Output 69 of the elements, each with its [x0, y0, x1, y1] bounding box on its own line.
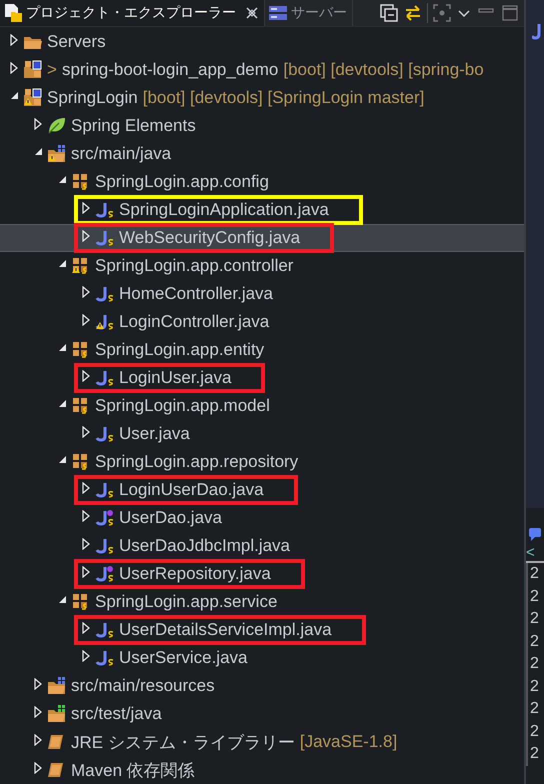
- tree-row[interactable]: UserDetailsServiceImpl.java: [0, 616, 524, 644]
- decoration-text: [JavaSE-1.8]: [300, 732, 398, 752]
- tree-item-label: UserDetailsServiceImpl.java: [119, 620, 332, 640]
- tree-row[interactable]: SpringLogin.app.service: [0, 588, 524, 616]
- tab[interactable]: プロジェクト・エクスプローラー: [0, 0, 265, 26]
- tree-item-label: spring-boot-login_app_demo: [62, 60, 278, 80]
- tree-item-label: SpringLogin.app.repository: [95, 452, 298, 472]
- tree-item-label: Spring Elements: [71, 116, 196, 136]
- tree-item-label: LoginUser.java: [119, 368, 232, 388]
- tree-row[interactable]: HomeController.java: [0, 280, 524, 308]
- tree-item-label: SpringLogin.app.entity: [95, 340, 264, 360]
- decoration-text: [boot] [devtools] [SpringLogin master]: [142, 88, 424, 108]
- log-line-text: 2: [526, 743, 544, 766]
- tab[interactable]: サーバー: [265, 0, 353, 26]
- tree-row[interactable]: SpringLogin.app.config: [0, 168, 524, 196]
- tree-item-label: SpringLogin.app.service: [95, 592, 278, 612]
- tree-row[interactable]: SpringLogin.app.entity: [0, 336, 524, 364]
- tree-item-label: src/main/java: [71, 144, 172, 164]
- panel-header-text: <: [526, 544, 544, 563]
- tree-row[interactable]: SpringLogin.app.controller: [0, 252, 524, 280]
- tree-item-label: User.java: [119, 424, 190, 444]
- tree-row[interactable]: src/test/java: [0, 700, 524, 728]
- tree-row[interactable]: UserService.java: [0, 644, 524, 672]
- tree-item-label: UserDaoJdbcImpl.java: [119, 536, 290, 556]
- tree-row[interactable]: src/main/java: [0, 140, 524, 168]
- tree-row[interactable]: Servers: [0, 28, 524, 56]
- prefix-text: >: [47, 60, 57, 80]
- selected-row[interactable]: WebSecurityConfig.java: [0, 224, 524, 252]
- tree-item-label: SpringLogin.app.controller: [95, 256, 294, 276]
- tree-row[interactable]: JRE システム・ライブラリー [JavaSE-1.8]: [0, 728, 524, 756]
- tree-item-label: UserService.java: [119, 648, 248, 668]
- tree-item-label: src/main/resources: [71, 676, 215, 696]
- tree-item-label: LoginController.java: [119, 312, 270, 332]
- tree-item-label: SpringLoginApplication.java: [119, 200, 329, 220]
- log-line-text: 2: [526, 720, 544, 743]
- tree-item-label: SpringLogin: [47, 88, 138, 108]
- log-line-text: 2: [526, 676, 544, 698]
- tree-item-label: UserDao.java: [119, 508, 222, 528]
- tree-row[interactable]: SpringLogin [boot] [devtools] [SpringLogin master]: [0, 84, 524, 112]
- tree-row[interactable]: src/main/resources: [0, 672, 524, 700]
- tree-row[interactable]: LoginController.java: [0, 308, 524, 336]
- tree-item-label: Maven 依存関係: [71, 760, 195, 782]
- tree-row[interactable]: UserRepository.java: [0, 560, 524, 588]
- log-line-text: 2: [526, 586, 544, 608]
- tree-item-label: src/test/java: [71, 704, 162, 724]
- tree-row[interactable]: Maven 依存関係: [0, 756, 524, 784]
- tree-row[interactable]: Spring Elements: [0, 112, 524, 140]
- tree-item-label: HomeController.java: [119, 284, 274, 304]
- log-line-text: 2: [526, 630, 544, 653]
- tree-item-label: JRE システム・ライブラリー: [71, 732, 295, 754]
- tree-item-label: SpringLogin.app.config: [95, 172, 269, 192]
- tree-row[interactable]: LoginUserDao.java: [0, 476, 524, 504]
- log-line-text: 2: [526, 698, 544, 720]
- log-line-text: 2: [526, 563, 544, 586]
- decoration-text: [boot] [devtools] [spring-bo: [283, 60, 484, 80]
- tree-item-label: SpringLogin.app.model: [95, 396, 270, 416]
- tree-row[interactable]: SpringLogin.app.repository: [0, 448, 524, 476]
- tree-item-label: Servers: [47, 32, 106, 52]
- log-line-text: 2: [526, 653, 544, 676]
- tree-item-label: LoginUserDao.java: [119, 480, 264, 500]
- tree-row[interactable]: User.java: [0, 420, 524, 448]
- tree-item-label: WebSecurityConfig.java: [119, 228, 300, 248]
- tree-row[interactable]: > spring-boot-login_app_demo [boot] [devtools] [spring-bo: [0, 56, 524, 84]
- log-line-text: 2: [526, 608, 544, 630]
- tree-row[interactable]: SpringLogin.app.model: [0, 392, 524, 420]
- tree-item-label: UserRepository.java: [119, 564, 271, 584]
- tree-row[interactable]: UserDaoJdbcImpl.java: [0, 532, 524, 560]
- tree-row[interactable]: UserDao.java: [0, 504, 524, 532]
- tree-row[interactable]: LoginUser.java: [0, 364, 524, 392]
